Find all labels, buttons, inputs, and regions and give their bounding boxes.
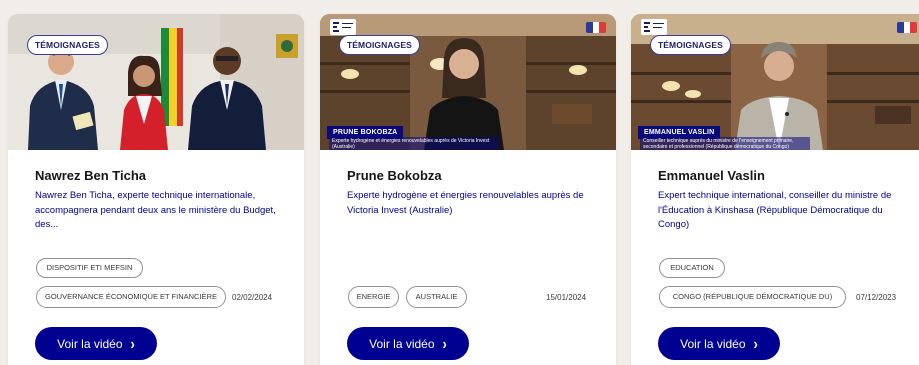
card-body: Emmanuel Vaslin Expert technique interna… bbox=[658, 168, 908, 233]
category-badge: TÉMOIGNAGES bbox=[27, 35, 108, 55]
organization-logo bbox=[330, 19, 356, 35]
card-thumbnail[interactable]: TÉMOIGNAGES PRUNE BOKOBZA Experte hydrog… bbox=[320, 14, 616, 150]
card-title[interactable]: Prune Bokobza bbox=[347, 168, 597, 183]
testimonial-card[interactable]: TÉMOIGNAGES Nawrez Ben Ticha Nawrez Ben … bbox=[8, 14, 304, 365]
card-description: Experte hydrogène et énergies renouvelab… bbox=[347, 190, 584, 216]
testimonial-card[interactable]: TÉMOIGNAGES EMMANUEL VASLIN Conseiller t… bbox=[631, 14, 919, 365]
tag-chip[interactable]: GOUVERNANCE ÉCONOMIQUE ET FINANCIÈRE bbox=[36, 286, 226, 308]
tag-chip[interactable]: ENERGIE bbox=[348, 286, 399, 308]
card-description: Expert technique international, conseill… bbox=[658, 190, 892, 230]
watch-video-button[interactable]: Voir la vidéo › bbox=[658, 327, 780, 360]
watch-video-label: Voir la vidéo bbox=[369, 336, 435, 351]
card-title[interactable]: Emmanuel Vaslin bbox=[658, 168, 908, 183]
testimonial-card-list: TÉMOIGNAGES Nawrez Ben Ticha Nawrez Ben … bbox=[0, 0, 919, 365]
category-badge: TÉMOIGNAGES bbox=[650, 35, 731, 55]
testimonial-card[interactable]: TÉMOIGNAGES PRUNE BOKOBZA Experte hydrog… bbox=[320, 14, 616, 365]
tag-chip[interactable]: AUSTRALIE bbox=[406, 286, 467, 308]
card-body: Prune Bokobza Experte hydrogène et énerg… bbox=[347, 168, 597, 218]
publish-date: 15/01/2024 bbox=[546, 293, 587, 302]
tag-chip[interactable]: EDUCATION bbox=[659, 258, 725, 278]
card-title[interactable]: Nawrez Ben Ticha bbox=[35, 168, 285, 183]
card-thumbnail[interactable]: TÉMOIGNAGES EMMANUEL VASLIN Conseiller t… bbox=[631, 14, 919, 150]
france-flag-icon bbox=[586, 22, 606, 33]
publish-date: 02/02/2024 bbox=[232, 293, 273, 302]
france-flag-icon bbox=[897, 22, 917, 33]
publish-date: 07/12/2023 bbox=[856, 293, 897, 302]
chevron-right-icon: › bbox=[442, 334, 447, 353]
card-body: Nawrez Ben Ticha Nawrez Ben Ticha, exper… bbox=[35, 168, 285, 233]
category-badge: TÉMOIGNAGES bbox=[339, 35, 420, 55]
video-subtitle-caption: Conseiller technique auprès du ministre … bbox=[640, 137, 810, 150]
tag-chip[interactable]: DISPOSITIF ETI MEFSIN bbox=[36, 258, 143, 278]
watch-video-label: Voir la vidéo bbox=[57, 336, 123, 351]
card-thumbnail[interactable]: TÉMOIGNAGES bbox=[8, 14, 304, 150]
watch-video-button[interactable]: Voir la vidéo › bbox=[35, 327, 157, 360]
chevron-right-icon: › bbox=[753, 334, 758, 353]
watch-video-label: Voir la vidéo bbox=[680, 336, 746, 351]
tag-chip[interactable]: CONGO (RÉPUBLIQUE DÉMOCRATIQUE DU) bbox=[659, 286, 846, 308]
card-description: Nawrez Ben Ticha, experte technique inte… bbox=[35, 190, 276, 230]
organization-logo bbox=[641, 19, 667, 35]
watch-video-button[interactable]: Voir la vidéo › bbox=[347, 327, 469, 360]
chevron-right-icon: › bbox=[130, 334, 135, 353]
video-subtitle-caption: Experte hydrogène et énergies renouvelab… bbox=[329, 137, 499, 150]
